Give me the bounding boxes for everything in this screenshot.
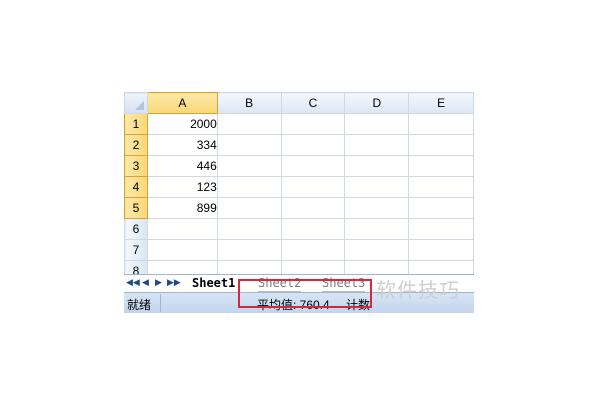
row-header[interactable]: 7 <box>124 239 148 261</box>
cell[interactable] <box>408 155 474 177</box>
cell[interactable] <box>408 113 474 135</box>
status-divider <box>160 294 161 312</box>
cell[interactable] <box>216 155 282 177</box>
highlight-box <box>238 279 372 308</box>
select-all-corner[interactable] <box>124 92 148 114</box>
table-row: 1 2000 <box>124 113 474 135</box>
cell[interactable] <box>344 218 410 240</box>
column-header-a[interactable]: A <box>146 92 218 114</box>
last-sheet-icon[interactable]: ▶▶ <box>167 277 181 288</box>
cell[interactable] <box>280 176 346 198</box>
cell-table: A B C D E 1 2000 2 334 3 446 4 123 5 899… <box>124 92 474 282</box>
first-sheet-icon[interactable]: ◀◀ <box>126 277 140 288</box>
column-header-b[interactable]: B <box>216 92 282 114</box>
cell-a6[interactable] <box>146 218 218 240</box>
cell[interactable] <box>280 113 346 135</box>
cell[interactable] <box>344 134 410 156</box>
cell[interactable] <box>280 218 346 240</box>
cell[interactable] <box>344 197 410 219</box>
cell-a2[interactable]: 334 <box>146 134 218 156</box>
row-header[interactable]: 4 <box>124 176 148 198</box>
cell[interactable] <box>216 239 282 261</box>
cell[interactable] <box>408 218 474 240</box>
cell-a3[interactable]: 446 <box>146 155 218 177</box>
cell[interactable] <box>280 134 346 156</box>
cell-a7[interactable] <box>146 239 218 261</box>
cell[interactable] <box>408 239 474 261</box>
row-header[interactable]: 6 <box>124 218 148 240</box>
row-header[interactable]: 1 <box>124 113 148 135</box>
cell-a1[interactable]: 2000 <box>146 113 218 135</box>
row-header[interactable]: 5 <box>124 197 148 219</box>
next-sheet-icon[interactable]: ▶ <box>155 277 162 288</box>
row-header[interactable]: 3 <box>124 155 148 177</box>
cell[interactable] <box>344 176 410 198</box>
cell[interactable] <box>344 155 410 177</box>
table-row: 5 899 <box>124 197 474 219</box>
cell[interactable] <box>216 134 282 156</box>
row-header[interactable]: 2 <box>124 134 148 156</box>
table-row: 7 <box>124 239 474 261</box>
tab-sheet1[interactable]: Sheet1 <box>192 275 236 291</box>
column-header-e[interactable]: E <box>408 92 474 114</box>
cell[interactable] <box>280 239 346 261</box>
table-row: 3 446 <box>124 155 474 177</box>
table-row: 4 123 <box>124 176 474 198</box>
column-header-c[interactable]: C <box>280 92 346 114</box>
cell[interactable] <box>216 113 282 135</box>
prev-sheet-icon[interactable]: ◀ <box>142 277 149 288</box>
cell[interactable] <box>344 113 410 135</box>
cell-a4[interactable]: 123 <box>146 176 218 198</box>
cell[interactable] <box>216 218 282 240</box>
column-header-d[interactable]: D <box>344 92 410 114</box>
cell-a5[interactable]: 899 <box>146 197 218 219</box>
cell[interactable] <box>344 239 410 261</box>
cell[interactable] <box>280 155 346 177</box>
cell[interactable] <box>280 197 346 219</box>
cell[interactable] <box>216 197 282 219</box>
table-row: 6 <box>124 218 474 240</box>
watermark-text: 软件技巧 <box>376 278 460 302</box>
cell[interactable] <box>216 176 282 198</box>
cell[interactable] <box>408 176 474 198</box>
status-mode: 就绪 <box>127 298 152 312</box>
cell[interactable] <box>408 134 474 156</box>
table-row: 2 334 <box>124 134 474 156</box>
cell[interactable] <box>408 197 474 219</box>
